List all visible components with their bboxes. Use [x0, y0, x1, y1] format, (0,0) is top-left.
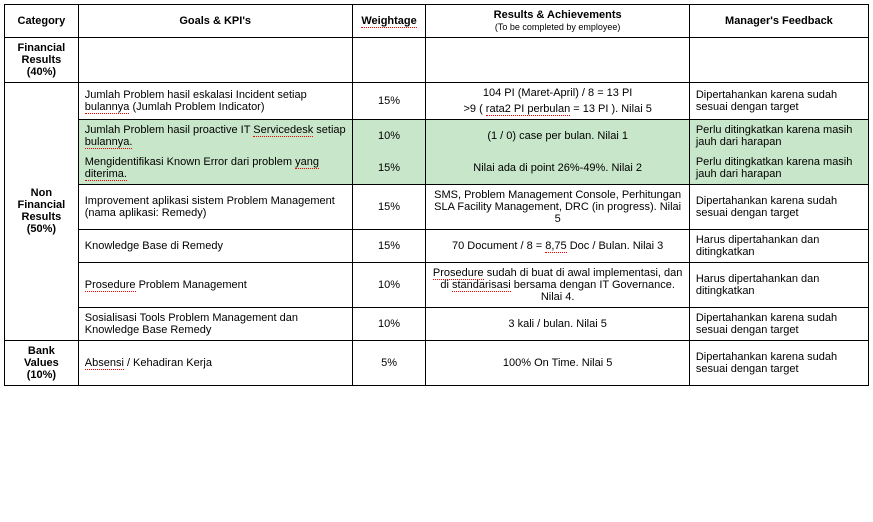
- header-goals: Goals & KPI's: [78, 5, 352, 38]
- header-category: Category: [5, 5, 79, 38]
- table-row: Non Financial Results (50%) Jumlah Probl…: [5, 82, 869, 119]
- kpi-table: Category Goals & KPI's Weightage Results…: [4, 4, 869, 386]
- table-row: Prosedure Problem Management 10% Prosedu…: [5, 262, 869, 307]
- header-row: Category Goals & KPI's Weightage Results…: [5, 5, 869, 38]
- table-row: Sosialisasi Tools Problem Management dan…: [5, 307, 869, 340]
- category-non-financial: Non Financial Results (50%): [5, 82, 79, 340]
- header-results: Results & Achievements (To be completed …: [426, 5, 689, 38]
- table-row: Improvement aplikasi sistem Problem Mana…: [5, 184, 869, 229]
- header-weightage: Weightage: [352, 5, 426, 38]
- category-financial: Financial Results (40%): [5, 37, 79, 82]
- table-row: Mengidentifikasi Known Error dari proble…: [5, 152, 869, 185]
- category-bank-values: Bank Values (10%): [5, 340, 79, 385]
- table-row: Bank Values (10%) Absensi / Kehadiran Ke…: [5, 340, 869, 385]
- table-row: Financial Results (40%): [5, 37, 869, 82]
- table-row: Jumlah Problem hasil proactive IT Servic…: [5, 119, 869, 152]
- table-row: Knowledge Base di Remedy 15% 70 Document…: [5, 229, 869, 262]
- header-feedback: Manager's Feedback: [689, 5, 868, 38]
